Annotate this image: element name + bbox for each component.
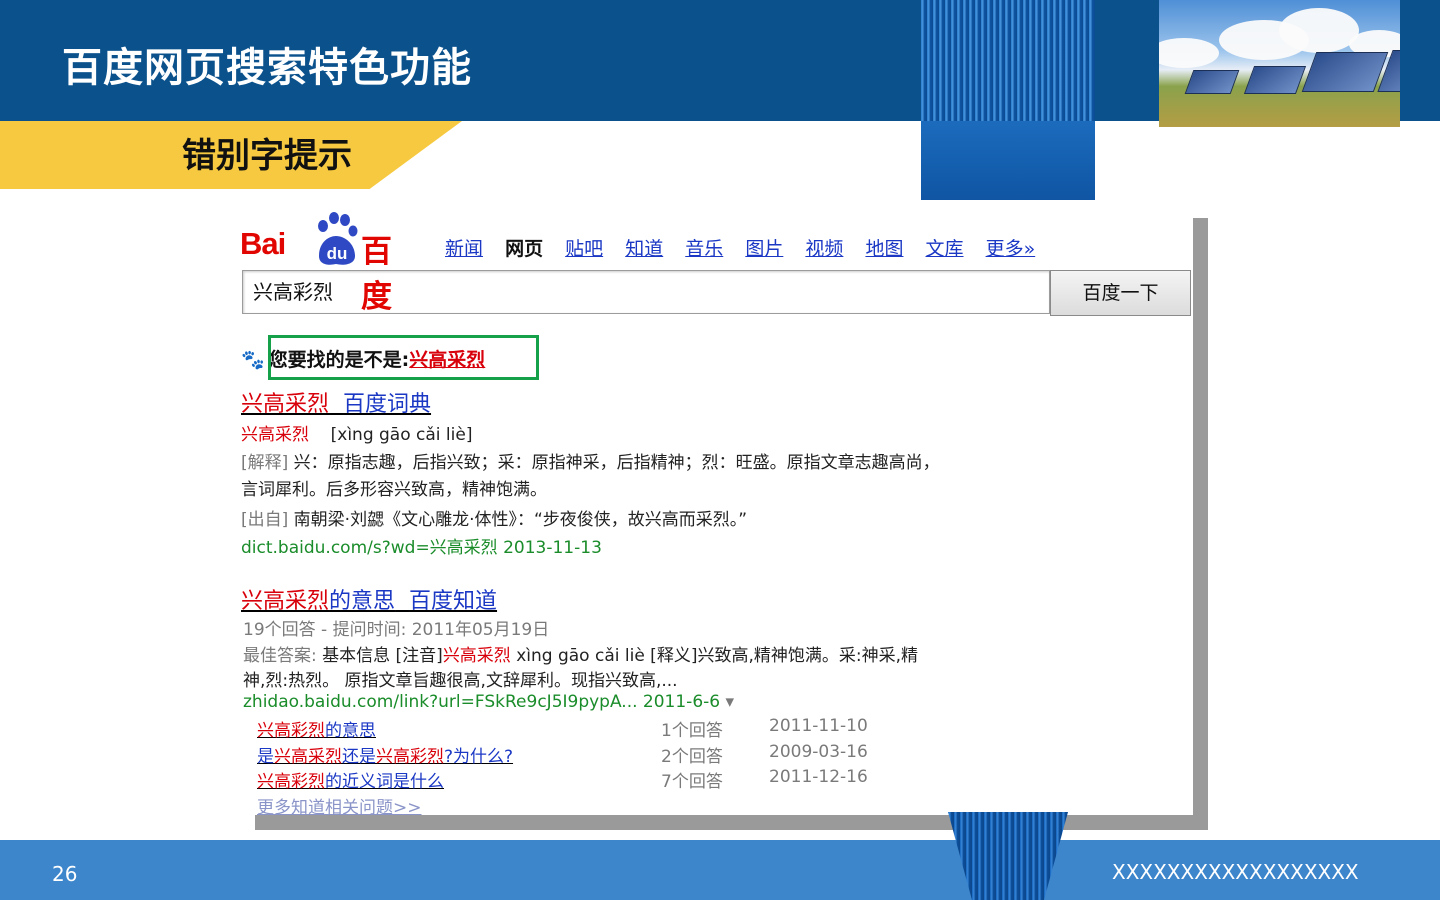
nav-video[interactable]: 视频 xyxy=(805,238,843,260)
nav-web[interactable]: 网页 xyxy=(505,238,543,260)
more-related-link[interactable]: 更多知道相关问题>> xyxy=(257,793,422,815)
page-number: 26 xyxy=(52,862,78,886)
decorative-stripes-top xyxy=(921,0,1095,201)
nav-tieba[interactable]: 贴吧 xyxy=(565,238,603,260)
result-url-text: zhidao.baidu.com/link?url=FSkRe9cJ5I9pyp… xyxy=(243,692,721,712)
related-question-link[interactable]: 兴高彩烈的近义词是什么 xyxy=(257,767,444,792)
answer-count: 7个回答 xyxy=(661,772,723,792)
explain-text: 兴：原指志趣，后指兴致；采：原指神采，后指精神；烈：旺盛。原指文章志趣高尚， xyxy=(293,453,940,473)
best-answer-label: 最佳答案: xyxy=(243,646,317,666)
dict-pinyin: [xìng gāo cǎi liè] xyxy=(330,425,473,445)
answer-count: 2个回答 xyxy=(661,747,723,767)
paw-icon: du xyxy=(318,212,358,265)
best-answer-1: 最佳答案: 基本信息 [注音]兴高采烈 xìng gāo cǎi liè [释义… xyxy=(243,641,918,666)
highlight-box xyxy=(268,335,539,380)
dict-entry: 兴高采烈 [xìng gāo cǎi liè] xyxy=(241,420,472,445)
slide-title: 百度网页搜索特色功能 xyxy=(62,45,472,91)
logo-text-bai: Bai xyxy=(240,226,286,261)
dict-source: [出自] 南朝梁·刘勰《文心雕龙·体性》：“步夜俊侠，故兴高而采烈。” xyxy=(241,505,747,530)
nav-wenku[interactable]: 文库 xyxy=(926,238,964,260)
result-title-keyword: 兴高采烈 xyxy=(241,589,330,614)
source-text: 南朝梁·刘勰《文心雕龙·体性》：“步夜俊侠，故兴高而采烈。” xyxy=(293,510,748,530)
baidu-screenshot: Bai du 百度 新闻 网页 贴吧 知道 音乐 图片 视频 地图 文库 更多»… xyxy=(233,200,1193,815)
dict-explain-2: 言词犀利。后多形容兴致高，精神饱满。 xyxy=(241,480,547,500)
result-title[interactable]: 兴高采烈的意思 百度知道 xyxy=(241,583,497,615)
answer-date: 2011-12-16 xyxy=(769,767,868,787)
solar-panel-photo xyxy=(1159,0,1400,127)
related-question-link[interactable]: 是兴高采烈还是兴高彩烈?为什么? xyxy=(257,742,513,767)
dropdown-arrow-icon[interactable]: ▾ xyxy=(726,692,735,712)
related-question-row: 兴高彩烈的意思 1个回答 2011-11-10 xyxy=(233,716,933,741)
result-title-source: 百度词典 xyxy=(343,392,432,417)
dict-word: 兴高采烈 xyxy=(241,425,309,445)
baidu-nav: 新闻 网页 贴吧 知道 音乐 图片 视频 地图 文库 更多» xyxy=(445,234,1051,261)
search-button[interactable]: 百度一下 xyxy=(1050,270,1191,316)
related-question-row: 兴高彩烈的近义词是什么 7个回答 2011-12-16 xyxy=(233,767,933,792)
related-question-row: 是兴高采烈还是兴高彩烈?为什么? 2个回答 2009-03-16 xyxy=(233,742,933,767)
paw-icon: 🐾 xyxy=(241,349,265,371)
result-url: zhidao.baidu.com/link?url=FSkRe9cJ5I9pyp… xyxy=(243,692,734,712)
result-url: dict.baidu.com/s?wd=兴高采烈 2013-11-13 xyxy=(241,538,602,558)
slide-subtitle: 错别字提示 xyxy=(182,136,352,176)
result-title-source: 百度知道 xyxy=(409,589,498,614)
result-title-keyword: 兴高采烈 xyxy=(241,392,330,417)
nav-music[interactable]: 音乐 xyxy=(685,238,723,260)
svg-text:du: du xyxy=(327,244,348,263)
best-answer-text: 基本信息 [注音] xyxy=(322,646,443,666)
related-question-link[interactable]: 兴高彩烈的意思 xyxy=(257,716,376,741)
answer-date: 2011-11-10 xyxy=(769,716,868,736)
nav-news[interactable]: 新闻 xyxy=(445,238,483,260)
best-answer-2: 神,烈:热烈。 原指文章旨趣很高,文辞犀利。现指兴致高,... xyxy=(243,671,678,691)
nav-images[interactable]: 图片 xyxy=(745,238,783,260)
nav-map[interactable]: 地图 xyxy=(865,238,903,260)
footer-text: XXXXXXXXXXXXXXXXXX xyxy=(1112,860,1359,884)
nav-zhidao[interactable]: 知道 xyxy=(625,238,663,260)
explain-label: [解释] xyxy=(241,453,289,473)
result-title[interactable]: 兴高采烈 百度词典 xyxy=(241,386,431,418)
search-input[interactable]: 兴高彩烈 xyxy=(242,270,1050,314)
source-label: [出自] xyxy=(241,510,289,530)
result-title-rest: 的意思 xyxy=(329,589,396,614)
dict-explain-1: [解释] 兴：原指志趣，后指兴致；采：原指神采，后指精神；烈：旺盛。原指文章志趣… xyxy=(241,448,940,473)
best-answer-text: xìng gāo cǎi liè [释义]兴致高,精神饱满。采:神采,精 xyxy=(510,646,918,666)
best-answer-keyword: 兴高采烈 xyxy=(442,646,511,666)
answer-count: 1个回答 xyxy=(661,721,723,741)
result-meta: 19个回答 - 提问时间: 2011年05月19日 xyxy=(243,620,550,640)
baidu-logo[interactable]: Bai du 百度 xyxy=(240,206,420,315)
answer-date: 2009-03-16 xyxy=(769,742,868,762)
nav-more[interactable]: 更多» xyxy=(986,238,1036,260)
